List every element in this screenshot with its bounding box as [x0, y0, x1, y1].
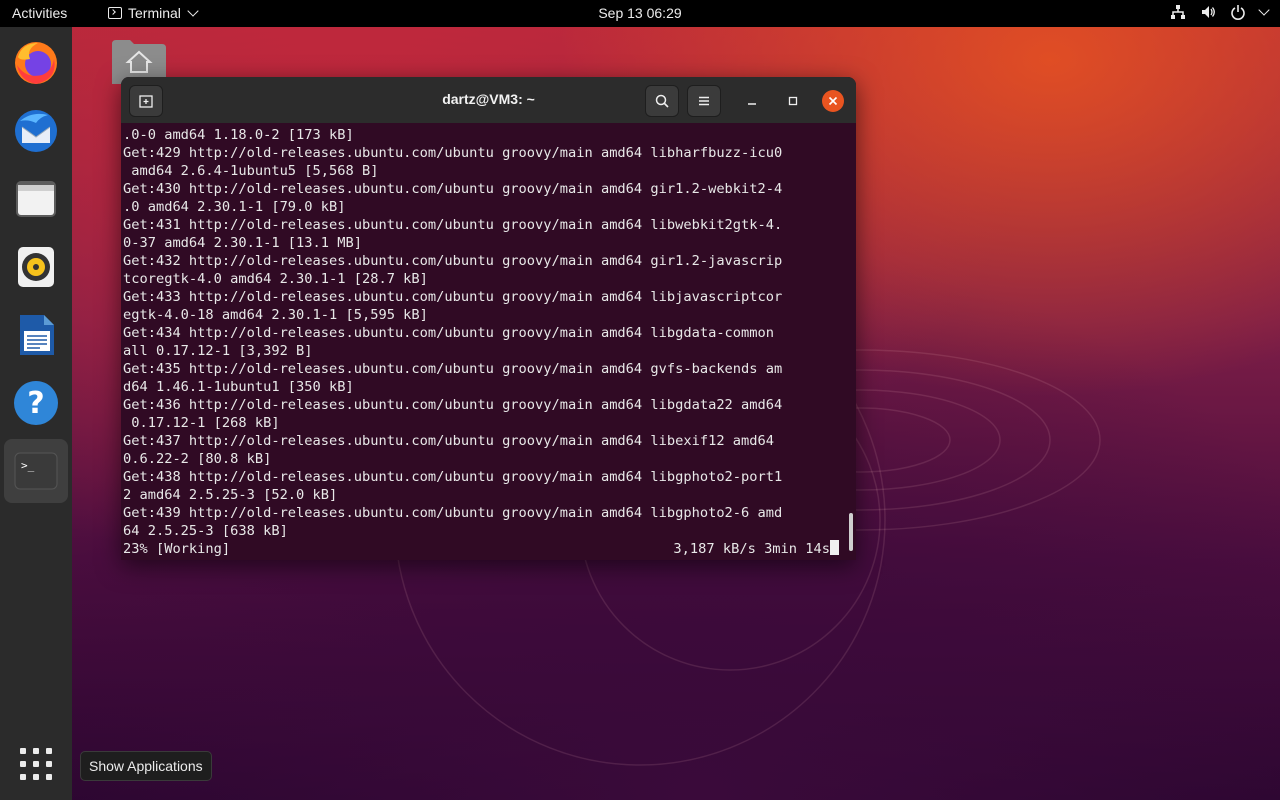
chevron-down-icon [187, 5, 199, 17]
output-line: tcoregtk-4.0 amd64 2.30.1-1 [28.7 kB] [123, 271, 428, 287]
output-lines: .0-0 amd64 1.18.0-2 [173 kB] Get:429 http… [123, 126, 848, 540]
output-line: Get:436 http://old-releases.ubuntu.com/u… [123, 397, 783, 413]
progress-status: 23% [Working] [123, 541, 231, 557]
minimize-icon [748, 103, 756, 105]
output-line: Get:439 http://old-releases.ubuntu.com/u… [123, 505, 783, 521]
system-tray[interactable] [1170, 4, 1270, 20]
output-line: Get:434 http://old-releases.ubuntu.com/u… [123, 325, 775, 341]
output-line: 2 amd64 2.5.25-3 [52.0 kB] [123, 487, 338, 503]
close-button[interactable] [822, 90, 844, 112]
volume-icon [1202, 6, 1215, 18]
output-line: 64 2.5.25-3 [638 kB] [123, 523, 288, 539]
maximize-icon [788, 96, 798, 106]
network-icon [1171, 5, 1185, 19]
firefox-icon [15, 42, 57, 84]
rhythmbox-icon [18, 247, 54, 287]
activities-button[interactable]: Activities [12, 5, 67, 21]
new-tab-button[interactable] [129, 85, 163, 117]
chevron-down-icon [1258, 4, 1270, 16]
progress-line: 23% [Working] 3,187 kB/s 3min 14s [123, 540, 839, 558]
show-applications-tooltip: Show Applications [80, 751, 212, 781]
output-line: 0.6.22-2 [80.8 kB] [123, 451, 272, 467]
top-bar: Activities Terminal Sep 13 06:29 [0, 0, 1280, 27]
output-line: Get:430 http://old-releases.ubuntu.com/u… [123, 181, 783, 197]
dock-item-help[interactable]: ? [4, 371, 68, 435]
terminal-window[interactable]: dartz@VM3: ~ .0-0 amd64 1.18.0-2 [173 kB… [121, 77, 856, 560]
output-line: Get:431 http://old-releases.ubuntu.com/u… [123, 217, 783, 233]
output-line: Get:435 http://old-releases.ubuntu.com/u… [123, 361, 783, 377]
terminal-icon: >_ [14, 452, 58, 490]
close-icon [828, 96, 838, 106]
output-line: d64 1.46.1-1ubuntu1 [350 kB] [123, 379, 354, 395]
text-cursor [830, 540, 839, 555]
app-grid-icon [20, 748, 52, 780]
help-icon: ? [14, 381, 58, 425]
terminal-titlebar[interactable]: dartz@VM3: ~ [121, 77, 856, 123]
output-line: .0-0 amd64 1.18.0-2 [173 kB] [123, 127, 354, 143]
svg-text:>_: >_ [21, 459, 35, 472]
writer-icon [20, 315, 54, 355]
output-line: all 0.17.12-1 [3,392 B] [123, 343, 313, 359]
output-line: amd64 2.6.4-1ubuntu5 [5,568 B] [123, 163, 379, 179]
dock-item-files[interactable] [4, 167, 68, 231]
output-line: Get:429 http://old-releases.ubuntu.com/u… [123, 145, 783, 161]
dock-item-writer[interactable] [4, 303, 68, 367]
output-line: .0 amd64 2.30.1-1 [79.0 kB] [123, 199, 346, 215]
download-rate: 3,187 kB/s 3min 14s [673, 540, 839, 558]
output-line: Get:438 http://old-releases.ubuntu.com/u… [123, 469, 783, 485]
terminal-scrollbar[interactable] [849, 513, 853, 551]
download-rate-text: 3,187 kB/s 3min 14s [673, 541, 830, 557]
svg-text:?: ? [27, 386, 44, 421]
clock[interactable]: Sep 13 06:29 [598, 5, 681, 21]
thunderbird-icon [15, 110, 57, 152]
output-line: Get:432 http://old-releases.ubuntu.com/u… [123, 253, 783, 269]
power-icon [1231, 5, 1245, 20]
output-line: egtk-4.0-18 amd64 2.30.1-1 [5,595 kB] [123, 307, 428, 323]
dock-item-thunderbird[interactable] [4, 99, 68, 163]
dock-item-firefox[interactable] [4, 31, 68, 95]
app-menu-label: Terminal [128, 5, 181, 21]
new-tab-icon [139, 95, 153, 108]
output-line: Get:433 http://old-releases.ubuntu.com/u… [123, 289, 783, 305]
dock: ? >_ [0, 27, 72, 800]
hamburger-menu-icon [699, 96, 709, 106]
app-menu-terminal[interactable]: Terminal [108, 5, 199, 21]
terminal-app-icon [108, 7, 122, 19]
output-line: 0-37 amd64 2.30.1-1 [13.1 MB] [123, 235, 362, 251]
output-line: Get:437 http://old-releases.ubuntu.com/u… [123, 433, 775, 449]
maximize-button[interactable] [782, 90, 804, 112]
search-button[interactable] [645, 85, 679, 117]
search-icon [655, 94, 669, 108]
dock-item-rhythmbox[interactable] [4, 235, 68, 299]
menu-button[interactable] [687, 85, 721, 117]
output-line: 0.17.12-1 [268 kB] [123, 415, 280, 431]
terminal-output[interactable]: .0-0 amd64 1.18.0-2 [173 kB] Get:429 http… [123, 123, 848, 560]
files-icon [16, 181, 56, 217]
show-applications-button[interactable] [4, 732, 68, 796]
minimize-button[interactable] [741, 90, 763, 112]
dock-item-terminal[interactable]: >_ [4, 439, 68, 503]
